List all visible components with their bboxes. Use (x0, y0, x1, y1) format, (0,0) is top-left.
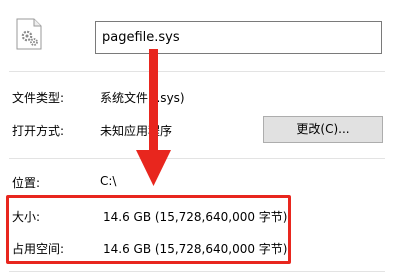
system-file-gear-icon (16, 18, 42, 50)
open-with-value: 未知应用程序 (100, 124, 173, 138)
highlight-box (6, 195, 291, 264)
open-with-label: 打开方式: (12, 124, 65, 138)
location-value: C:\ (100, 174, 117, 188)
filename-field[interactable]: pagefile.sys (95, 21, 382, 54)
divider (9, 271, 385, 272)
file-type-value: 系统文件 (.sys) (100, 91, 185, 105)
file-type-label: 文件类型: (12, 91, 65, 105)
location-label: 位置: (12, 176, 41, 190)
change-button[interactable]: 更改(C)... (263, 116, 383, 143)
divider (9, 71, 385, 72)
divider (9, 158, 385, 159)
